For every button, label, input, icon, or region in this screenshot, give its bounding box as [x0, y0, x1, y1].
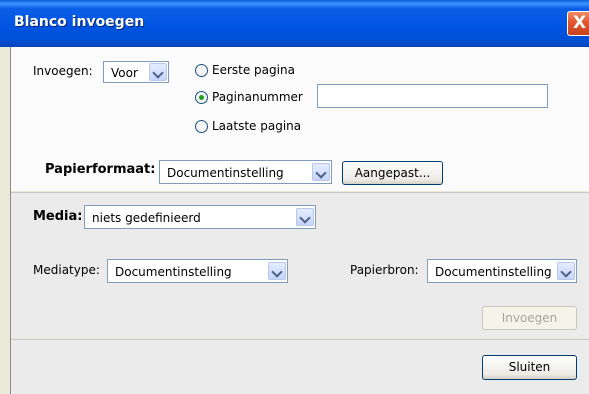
radio-first-page-label: Eerste pagina [212, 63, 295, 77]
paper-size-select[interactable]: Documentinstelling [159, 160, 332, 184]
close-button[interactable]: Sluiten [482, 355, 577, 380]
insert-label: Invoegen: [33, 64, 93, 78]
radio-first-page[interactable] [195, 64, 208, 77]
title-bar: Blanco invoegen X [0, 0, 589, 47]
chevron-down-icon[interactable] [268, 262, 286, 280]
window-title: Blanco invoegen [14, 14, 145, 30]
media-type-select[interactable]: Documentinstelling [107, 259, 288, 283]
paper-size-label: Papierformaat: [45, 162, 156, 177]
insert-position-select[interactable]: Voor [103, 61, 169, 83]
chevron-down-icon[interactable] [557, 262, 575, 280]
media-select[interactable]: niets gedefinieerd [84, 205, 316, 229]
paper-source-select[interactable]: Documentinstelling [427, 259, 577, 283]
radio-last-page[interactable] [195, 120, 208, 133]
insert-button[interactable]: Invoegen [482, 306, 577, 330]
radio-last-page-label: Laatste pagina [212, 119, 302, 133]
page-number-input[interactable] [317, 84, 548, 108]
radio-page-number-label: Paginanummer [212, 90, 303, 104]
paper-source-value: Documentinstelling [435, 265, 552, 279]
paper-size-value: Documentinstelling [167, 166, 284, 180]
window-left-border [10, 47, 11, 394]
media-label: Media: [33, 209, 83, 224]
media-type-value: Documentinstelling [115, 265, 232, 279]
chevron-down-icon[interactable] [296, 208, 314, 226]
chevron-down-icon[interactable] [312, 163, 330, 181]
close-icon[interactable]: X [567, 11, 589, 36]
insert-position-value: Voor [111, 66, 138, 80]
media-value: niets gedefinieerd [92, 211, 201, 225]
paper-source-label: Papierbron: [350, 263, 419, 277]
media-type-label: Mediatype: [33, 263, 100, 277]
custom-size-button[interactable]: Aangepast... [342, 161, 443, 185]
radio-page-number[interactable] [195, 91, 208, 104]
chevron-down-icon[interactable] [149, 63, 167, 81]
